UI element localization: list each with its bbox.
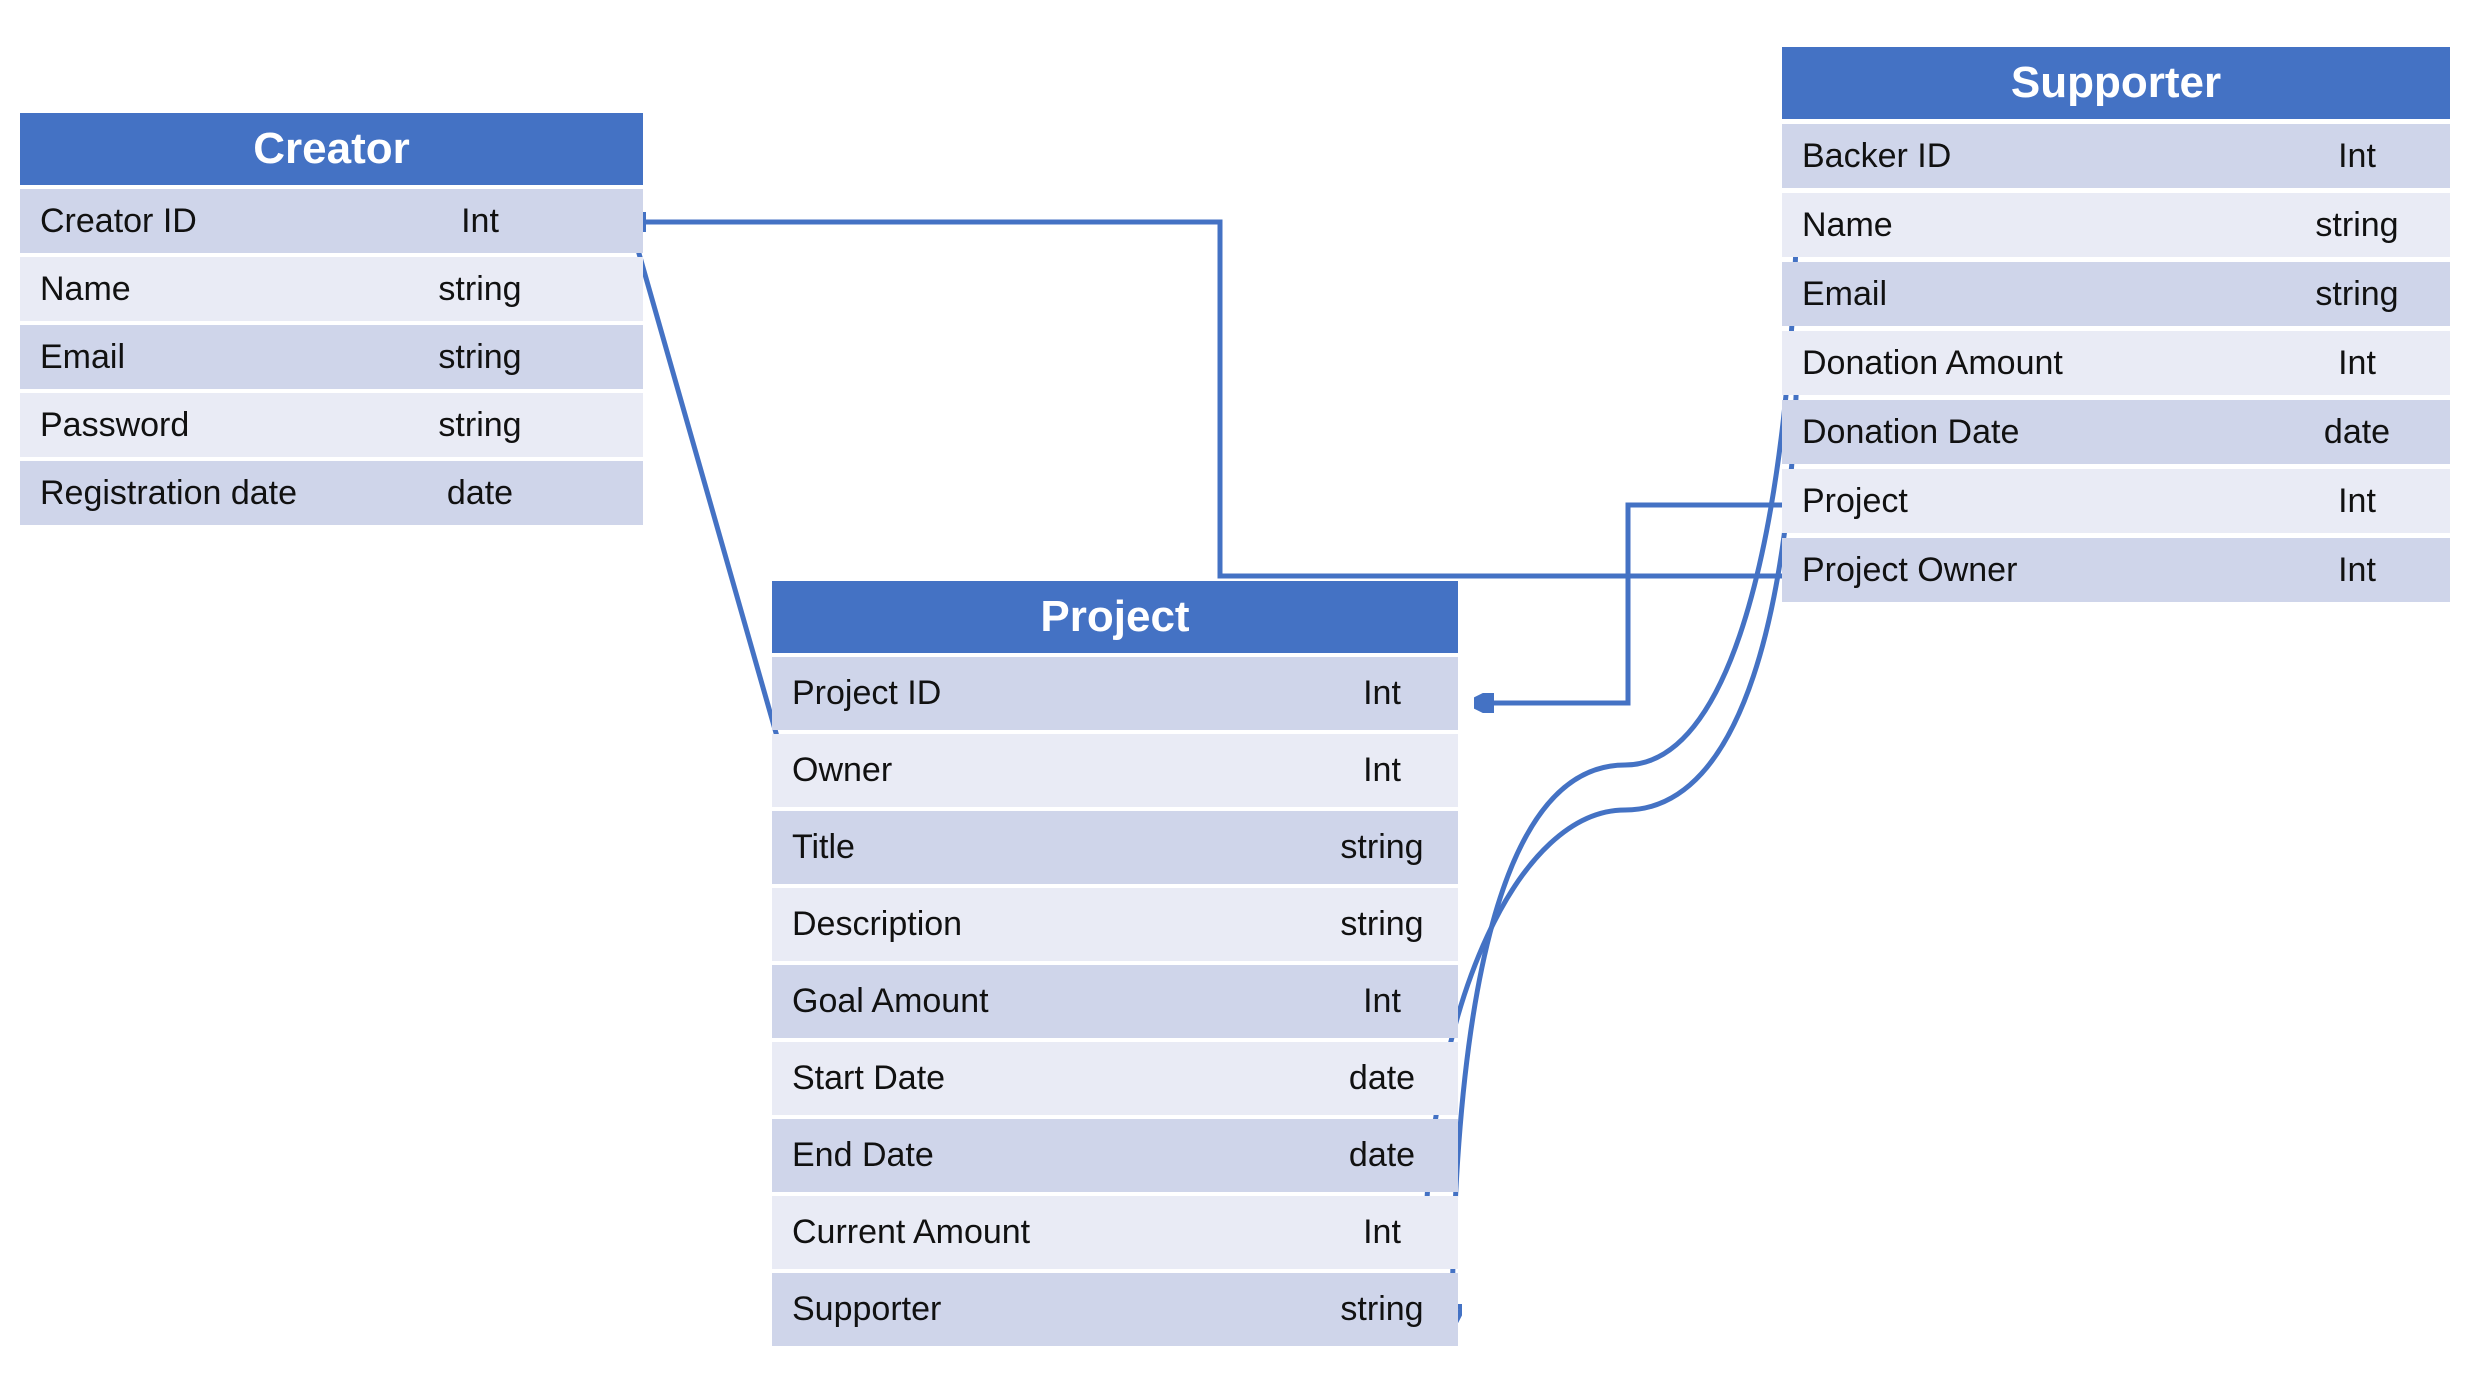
field-type: string [2315, 274, 2399, 313]
entity-title: Creator [20, 113, 643, 185]
field-type: date [1348, 1059, 1416, 1097]
field-type: string [1340, 828, 1424, 866]
field-name: Title [792, 828, 855, 866]
entity-title: Supporter [1782, 47, 2450, 119]
field-type: string [438, 269, 522, 308]
field-row: Title string [772, 811, 1458, 884]
field-row: Project Int [1782, 469, 2450, 533]
field-name: Registration date [40, 473, 298, 512]
field-row: Project ID Int [772, 657, 1458, 730]
field-row: Email string [1782, 262, 2450, 326]
field-type: Int [1363, 982, 1401, 1020]
field-name: Current Amount [792, 1213, 1031, 1251]
field-name: Supporter [792, 1290, 942, 1328]
field-row: Description string [772, 888, 1458, 961]
field-name: Name [1802, 205, 1893, 244]
field-type: Int [2338, 481, 2376, 520]
field-name: Email [1802, 274, 1888, 313]
field-row: Donation Date date [1782, 400, 2450, 464]
field-type: Int [2338, 136, 2376, 175]
field-name: Backer ID [1802, 136, 1952, 175]
field-name: Project [1802, 481, 1908, 520]
field-type: Int [2338, 550, 2376, 589]
connector-supporter-project-to-project-id [1478, 502, 1790, 703]
field-type: date [1348, 1136, 1416, 1174]
field-name: Goal Amount [792, 982, 989, 1020]
field-row: Email string [20, 325, 643, 389]
field-row: Current Amount Int [772, 1196, 1458, 1269]
field-name: End Date [792, 1136, 934, 1174]
field-name: Project Owner [1802, 550, 2018, 589]
field-row: Registration date date [20, 461, 643, 525]
field-row: Start Date date [772, 1042, 1458, 1115]
entity-creator: Creator Creator ID Int Name string Email… [20, 113, 643, 525]
field-type: Int [1363, 674, 1401, 712]
connector-creator-id-to-owner [627, 221, 790, 782]
field-name: Email [40, 337, 126, 376]
field-row: Name string [1782, 193, 2450, 257]
field-row: Owner Int [772, 734, 1458, 807]
field-name: Donation Date [1802, 412, 2020, 451]
field-type: date [2323, 412, 2391, 451]
field-name: Start Date [792, 1059, 946, 1097]
connector-current-amount-to-donation-amount [1425, 370, 1797, 1245]
field-type: Int [1363, 1213, 1401, 1251]
field-name: Password [40, 405, 190, 444]
field-type: string [1340, 1290, 1424, 1328]
field-name: Owner [792, 751, 893, 789]
field-type: Int [2338, 343, 2376, 382]
connector-creator-id-to-project-owner [630, 222, 1812, 576]
entity-title: Project [772, 581, 1458, 653]
field-type: Int [461, 201, 499, 240]
field-row: End Date date [772, 1119, 1458, 1192]
field-row: Name string [20, 257, 643, 321]
field-name: Project ID [792, 674, 942, 712]
connector-supporter-name-to-project-supporter [1452, 211, 1800, 1320]
field-name: Donation Amount [1802, 343, 2063, 382]
field-type: string [1340, 905, 1424, 943]
field-name: Creator ID [40, 201, 197, 240]
entity-project: Project Project ID Int Owner Int Title s… [772, 581, 1458, 1346]
field-type: Int [1363, 751, 1401, 789]
field-type: string [438, 405, 522, 444]
field-row: Password string [20, 393, 643, 457]
field-row: Creator ID Int [20, 189, 643, 253]
field-row: Supporter string [772, 1273, 1458, 1346]
field-row: Donation Amount Int [1782, 331, 2450, 395]
entity-supporter: Supporter Backer ID Int Name string Emai… [1782, 47, 2450, 602]
field-type: string [438, 337, 522, 376]
field-row: Backer ID Int [1782, 124, 2450, 188]
field-type: date [446, 473, 514, 512]
field-name: Description [792, 905, 963, 943]
field-row: Project Owner Int [1782, 538, 2450, 602]
field-type: string [2315, 205, 2399, 244]
field-name: Name [40, 269, 131, 308]
field-row: Goal Amount Int [772, 965, 1458, 1038]
